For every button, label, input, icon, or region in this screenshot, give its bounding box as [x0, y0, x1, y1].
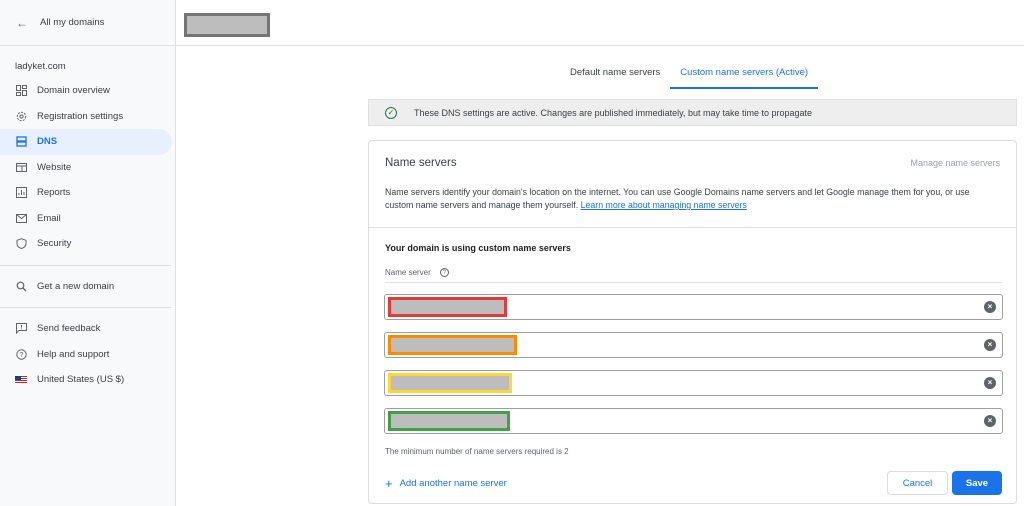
sidebar-item-label: United States (US $): [37, 374, 125, 386]
redacted-value: [388, 335, 517, 355]
dns-icon: [15, 136, 27, 148]
sidebar-item-reports[interactable]: Reports: [0, 180, 175, 206]
name-server-label-text: Name server: [385, 268, 431, 277]
top-bar: [176, 0, 1024, 46]
sidebar-divider: [0, 264, 171, 266]
mail-icon: [15, 212, 27, 224]
label-divider: [385, 282, 1002, 283]
card-title: Name servers: [385, 157, 457, 169]
dns-active-banner: ✓ These DNS settings are active. Changes…: [368, 99, 1017, 126]
sidebar-item-label: Reports: [37, 187, 71, 199]
name-server-field-3[interactable]: ×: [384, 370, 1003, 396]
custom-servers-heading: Your domain is using custom name servers: [385, 243, 571, 253]
plus-icon: +: [385, 476, 393, 491]
redacted-value: [388, 297, 507, 317]
tab-default-name-servers[interactable]: Default name servers: [560, 64, 670, 89]
name-server-field-2[interactable]: ×: [384, 332, 1003, 358]
sidebar-item-label: Security: [37, 238, 72, 250]
redacted-value: [388, 411, 510, 431]
redacted-domain-selector[interactable]: [184, 13, 270, 37]
clear-icon[interactable]: ×: [984, 377, 996, 389]
svg-text:?: ?: [19, 352, 23, 359]
sidebar-item-send-feedback[interactable]: Send feedback: [0, 316, 175, 342]
clear-icon[interactable]: ×: [984, 339, 996, 351]
cancel-button[interactable]: Cancel: [887, 471, 948, 495]
learn-more-link[interactable]: Learn more about managing name servers: [581, 200, 747, 210]
banner-text: These DNS settings are active. Changes a…: [414, 107, 813, 118]
sidebar: ← All my domains ladyket.com Domain over…: [0, 0, 176, 506]
add-name-server-label: Add another name server: [399, 478, 507, 489]
back-label: All my domains: [40, 17, 105, 28]
card-divider: [369, 227, 1016, 228]
gear-icon: [15, 110, 27, 122]
sidebar-item-website[interactable]: Website: [0, 155, 175, 181]
clear-icon[interactable]: ×: [984, 301, 996, 313]
sidebar-divider: [0, 307, 171, 308]
help-icon[interactable]: ?: [439, 268, 449, 277]
sidebar-item-label: DNS: [37, 136, 58, 148]
add-name-server-button[interactable]: + Add another name server: [385, 476, 507, 491]
name-servers-card: Name servers Manage name servers Name se…: [368, 140, 1017, 504]
help-icon: ?: [15, 348, 27, 360]
check-circle-icon: ✓: [385, 106, 397, 119]
sidebar-item-label: Get a new domain: [37, 280, 115, 292]
minimum-servers-note: The minimum number of name servers requi…: [385, 447, 569, 456]
redacted-value: [388, 373, 512, 393]
back-to-domains-link[interactable]: ← All my domains: [0, 0, 175, 46]
shield-icon: [15, 238, 27, 250]
sidebar-item-label: Website: [37, 161, 72, 173]
sidebar-item-domain-overview[interactable]: Domain overview: [0, 78, 175, 104]
us-flag-icon: [15, 374, 27, 386]
search-icon: [15, 280, 27, 292]
card-description: Name servers identify your domain's loca…: [385, 186, 1000, 212]
feedback-icon: [15, 323, 27, 335]
sidebar-item-dns[interactable]: DNS: [0, 129, 172, 155]
sidebar-item-label: Domain overview: [37, 85, 110, 97]
sidebar-item-email[interactable]: Email: [0, 206, 175, 232]
sidebar-item-help[interactable]: ? Help and support: [0, 342, 175, 368]
domain-name: ladyket.com: [15, 61, 66, 72]
tab-custom-name-servers[interactable]: Custom name servers (Active): [670, 64, 819, 89]
sidebar-item-label: Send feedback: [37, 323, 101, 335]
chart-icon: [15, 187, 27, 199]
clear-icon[interactable]: ×: [984, 415, 996, 427]
save-button[interactable]: Save: [952, 471, 1002, 495]
sidebar-item-label: Email: [37, 212, 61, 224]
name-server-tabs: Default name servers Custom name servers…: [560, 64, 819, 89]
name-server-field-4[interactable]: ×: [384, 408, 1003, 434]
sidebar-item-label: Help and support: [37, 348, 110, 360]
arrow-left-icon: ←: [16, 15, 28, 30]
name-server-field-1[interactable]: ×: [384, 294, 1003, 320]
sidebar-item-get-new-domain[interactable]: Get a new domain: [0, 274, 175, 300]
sidebar-item-region[interactable]: United States (US $): [0, 367, 175, 393]
manage-name-servers-link[interactable]: Manage name servers: [910, 158, 1000, 168]
sidebar-item-label: Registration settings: [37, 110, 124, 122]
sidebar-item-security[interactable]: Security: [0, 231, 175, 257]
website-icon: [15, 161, 27, 173]
dashboard-icon: [15, 85, 27, 97]
sidebar-item-registration-settings[interactable]: Registration settings: [0, 104, 175, 130]
name-server-label: Name server ?: [385, 268, 449, 277]
